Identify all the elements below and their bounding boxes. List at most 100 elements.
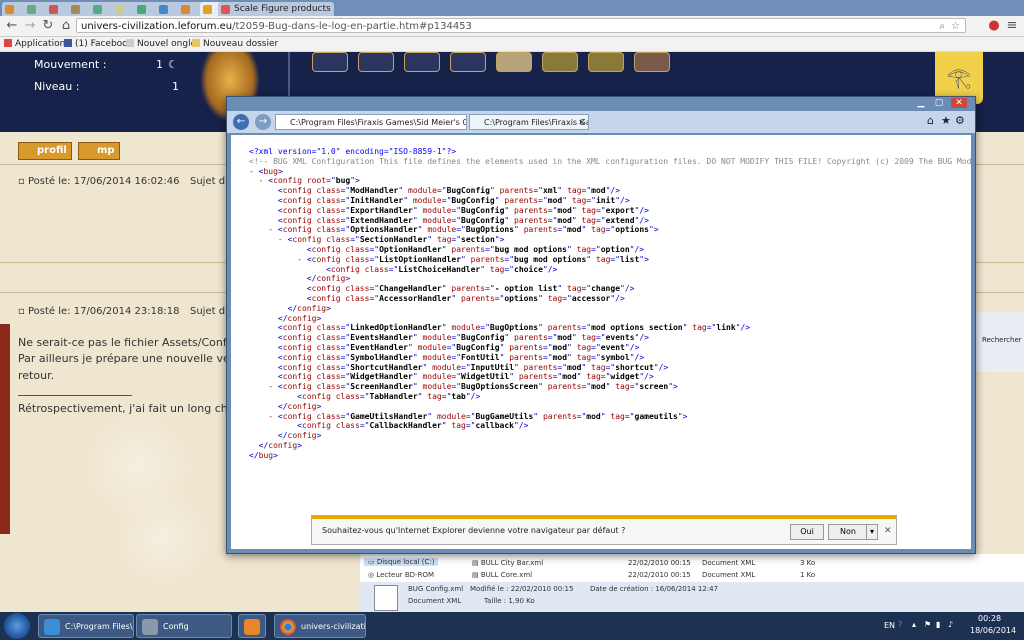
minimize-icon[interactable]: ▁	[913, 98, 929, 108]
shield-icon[interactable]	[404, 52, 440, 72]
ie-tab[interactable]: C:\Program Files\Firaxis Ga... ✕	[469, 114, 589, 130]
drive-bd-item[interactable]: ◎ Lecteur BD-ROM	[368, 571, 434, 579]
zoom-icon[interactable]: ⌕	[939, 19, 945, 34]
bookmarks-bar: Applications (1) Facebook Nouvel onglet …	[0, 37, 1024, 52]
facebook-icon	[64, 39, 72, 47]
browser-tab[interactable]: Scale Figure products and	[218, 2, 334, 16]
bookmark-applications[interactable]: Applications	[4, 37, 70, 51]
file-type: Document XML	[702, 571, 756, 579]
close-icon[interactable]: ✕	[951, 98, 967, 108]
default-browser-notification: Souhaitez-vous qu'Internet Explorer devi…	[311, 515, 897, 545]
file-icon: ▤	[472, 559, 481, 567]
xml-source: <?xml version="1.0" encoding="ISO-8859-1…	[249, 147, 971, 460]
clock-time[interactable]: 00:28	[978, 614, 1001, 623]
clock-date[interactable]: 18/06/2014	[970, 626, 1016, 635]
niveau-label: Niveau :	[34, 80, 80, 93]
menu-icon[interactable]: ≡	[1004, 18, 1020, 34]
post-date: Posté le: 17/06/2014 16:02:46	[27, 176, 180, 187]
ie-home-icon[interactable]: ⌂	[927, 114, 934, 127]
file-date: 22/02/2010 00:15	[628, 559, 691, 567]
crossed-swords-icon[interactable]	[312, 52, 348, 72]
language-indicator[interactable]: EN	[884, 621, 895, 630]
post-icon: ▫	[18, 306, 28, 317]
bookmark-nouvel-onglet[interactable]: Nouvel onglet	[126, 37, 200, 51]
page-icon	[126, 39, 134, 47]
ie-forward-icon[interactable]: →	[255, 114, 271, 130]
ie-tab-title: C:\Program Files\Firaxis Ga...	[484, 118, 589, 127]
reload-icon[interactable]: ↻	[40, 18, 56, 34]
drive-icon: ▭	[368, 558, 377, 566]
close-icon[interactable]: ✕	[884, 526, 892, 536]
media-player-icon	[244, 619, 260, 635]
chevron-down-icon[interactable]: ▾	[866, 524, 878, 540]
taskbar-item-config[interactable]: Config	[136, 614, 232, 638]
map-icon[interactable]	[496, 52, 532, 72]
maximize-icon[interactable]: ▢	[931, 98, 947, 108]
taskbar-item-chrome[interactable]: univers-civilizatio...	[274, 614, 366, 638]
details-modified: Modifié le : 22/02/2010 00:15	[470, 585, 574, 593]
post-date: Posté le: 17/06/2014 23:18:18	[27, 306, 180, 317]
url-path: /t2059-Bug-dans-le-log-en-partie.htm#p13…	[232, 21, 472, 32]
sword-icon[interactable]	[450, 52, 486, 72]
taskbar-item-media[interactable]	[238, 614, 266, 638]
url-bar[interactable]: univers-civilization.leforum.eu/t2059-Bu…	[76, 18, 966, 33]
post-meta: ▫ Posté le: 17/06/2014 16:02:46	[18, 176, 179, 187]
tab-close-icon[interactable]: ✕	[578, 115, 585, 129]
post-body-line: Par ailleurs je prépare une nouvelle ve	[18, 352, 230, 365]
drive-label: Disque local (C:)	[376, 558, 435, 566]
mp-button[interactable]: mp	[78, 142, 120, 160]
file-type: Document XML	[702, 559, 756, 567]
ie-address-bar[interactable]: C:\Program Files\Firaxis Games\Sid Meier…	[275, 114, 467, 130]
home-icon[interactable]: ⌂	[58, 18, 74, 34]
ie-back-icon[interactable]: ←	[233, 114, 249, 130]
taskbar-item-ie[interactable]: C:\Program Files\...	[38, 614, 134, 638]
tab-favicon-icon	[71, 5, 80, 14]
flag-icon[interactable]: ⚑	[924, 620, 931, 629]
tray-arrow-icon[interactable]: ▴	[912, 620, 916, 629]
network-icon[interactable]: ▮	[936, 620, 940, 629]
folder-icon	[192, 39, 200, 47]
help-icon[interactable]: ?	[898, 620, 902, 629]
bookmark-label: Nouveau dossier	[203, 39, 279, 49]
bookmark-folder[interactable]: Nouveau dossier	[192, 37, 278, 51]
tab-favicon-icon	[93, 5, 102, 14]
volume-icon[interactable]: ♪	[948, 620, 953, 629]
ie-favorites-icon[interactable]: ★	[941, 114, 951, 127]
post-meta: ▫ Posté le: 17/06/2014 23:18:18	[18, 306, 179, 317]
browser-toolbar: ← → ↻ ⌂ univers-civilization.leforum.eu/…	[0, 16, 1024, 37]
crossed-weapons-icon[interactable]	[358, 52, 394, 72]
xml-file-icon	[374, 585, 398, 611]
yes-button[interactable]: Oui	[790, 524, 824, 540]
mouvement-label: Mouvement :	[34, 58, 107, 71]
bookmark-label: Nouvel onglet	[137, 39, 200, 49]
drive-label: Lecteur BD-ROM	[376, 571, 434, 579]
book-icon[interactable]	[634, 52, 670, 72]
extension-icon[interactable]: ●	[986, 18, 1002, 34]
ie-icon	[44, 619, 60, 635]
niveau-value: 1	[172, 80, 179, 93]
profil-button[interactable]: profil	[18, 142, 72, 160]
details-type: Document XML	[408, 597, 462, 605]
bookmark-facebook[interactable]: (1) Facebook	[64, 37, 133, 51]
ie-address-text: C:\Program Files\Firaxis Games\Sid Meier…	[290, 118, 467, 127]
ie-settings-icon[interactable]: ⚙	[955, 114, 965, 127]
file-row[interactable]: ▤ BULL Core.xml	[472, 571, 532, 579]
tab-favicon-icon	[203, 5, 212, 14]
drive-c-item[interactable]: ▭ Disque local (C:)	[364, 558, 439, 566]
back-icon[interactable]: ←	[4, 18, 20, 34]
taskbar-label: C:\Program Files\...	[65, 622, 134, 631]
apps-grid-icon	[4, 39, 12, 47]
star-icon[interactable]: ☆	[951, 19, 960, 34]
no-button[interactable]: Non	[828, 524, 868, 540]
xml-viewer: <?xml version="1.0" encoding="ISO-8859-1…	[231, 135, 971, 549]
file-row[interactable]: ▤ BULL City Bar.xml	[472, 559, 543, 567]
tab-title: Scale Figure products and	[234, 4, 334, 14]
avatar	[0, 324, 10, 534]
post-body-line: Ne serait-ce pas le fichier Assets/Conf	[18, 336, 227, 349]
start-button[interactable]	[4, 613, 30, 639]
gold-icon[interactable]	[588, 52, 624, 72]
scroll-icon[interactable]	[542, 52, 578, 72]
search-box[interactable]: Rechercher	[982, 336, 1022, 344]
file-name: BULL City Bar.xml	[480, 559, 544, 567]
forward-icon[interactable]: →	[22, 18, 38, 34]
